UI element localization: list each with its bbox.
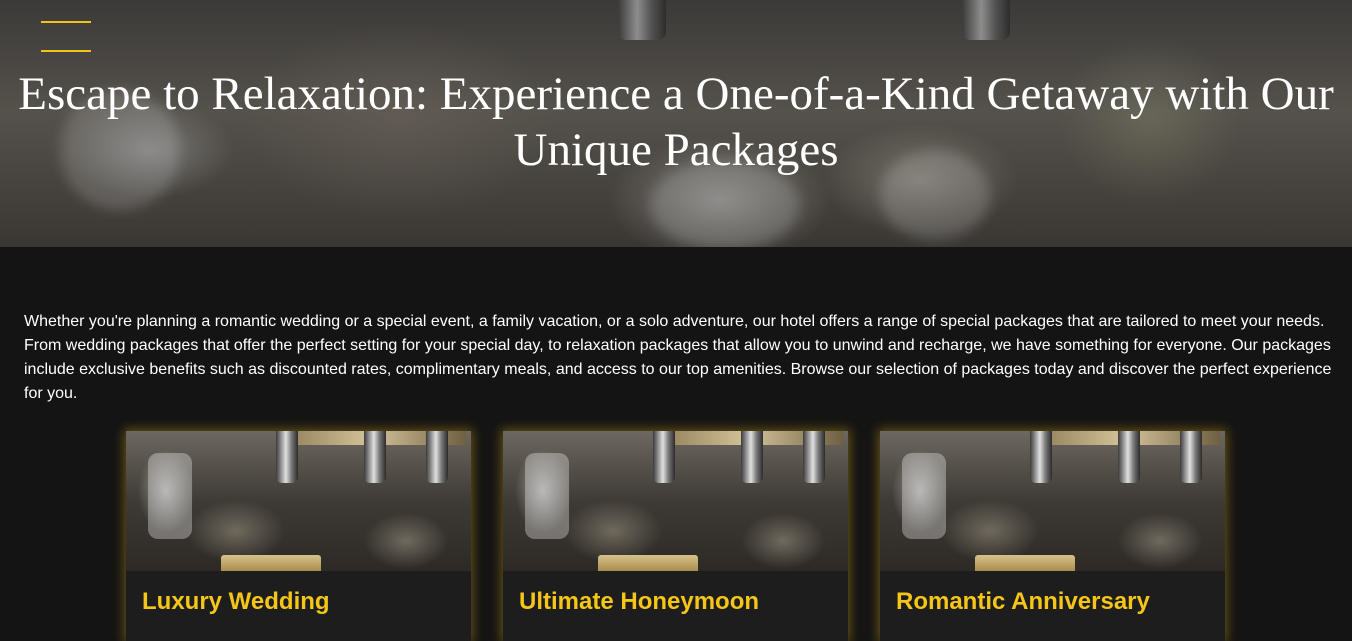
package-image bbox=[503, 431, 848, 571]
image-detail bbox=[426, 431, 448, 483]
package-card-luxury-wedding[interactable]: Luxury Wedding bbox=[126, 431, 471, 641]
image-detail bbox=[1118, 431, 1140, 483]
menu-line bbox=[41, 50, 91, 52]
page-title: Escape to Relaxation: Experience a One-o… bbox=[18, 68, 1334, 176]
menu-line bbox=[41, 21, 91, 23]
package-title[interactable]: Luxury Wedding bbox=[142, 587, 330, 617]
image-detail bbox=[1030, 431, 1052, 483]
image-detail bbox=[653, 431, 675, 483]
image-detail bbox=[1180, 431, 1202, 483]
image-detail bbox=[276, 431, 298, 483]
hamburger-menu-icon[interactable] bbox=[41, 21, 91, 53]
package-title[interactable]: Ultimate Honeymoon bbox=[519, 587, 759, 617]
intro-paragraph: Whether you're planning a romantic weddi… bbox=[24, 313, 1332, 402]
package-card-ultimate-honeymoon[interactable]: Ultimate Honeymoon bbox=[503, 431, 848, 641]
image-detail bbox=[598, 555, 698, 571]
hero-banner: Escape to Relaxation: Experience a One-o… bbox=[0, 0, 1352, 247]
image-detail bbox=[364, 431, 386, 483]
image-detail bbox=[975, 555, 1075, 571]
image-detail bbox=[148, 453, 192, 539]
beer-tap-image bbox=[962, 0, 1010, 40]
package-image bbox=[126, 431, 471, 571]
package-image bbox=[880, 431, 1225, 571]
package-title[interactable]: Romantic Anniversary bbox=[896, 587, 1150, 617]
image-detail bbox=[741, 431, 763, 483]
beer-tap-image bbox=[618, 0, 666, 40]
image-detail bbox=[221, 555, 321, 571]
image-detail bbox=[525, 453, 569, 539]
package-card-romantic-anniversary[interactable]: Romantic Anniversary bbox=[880, 431, 1225, 641]
image-detail bbox=[803, 431, 825, 483]
image-detail bbox=[902, 453, 946, 539]
